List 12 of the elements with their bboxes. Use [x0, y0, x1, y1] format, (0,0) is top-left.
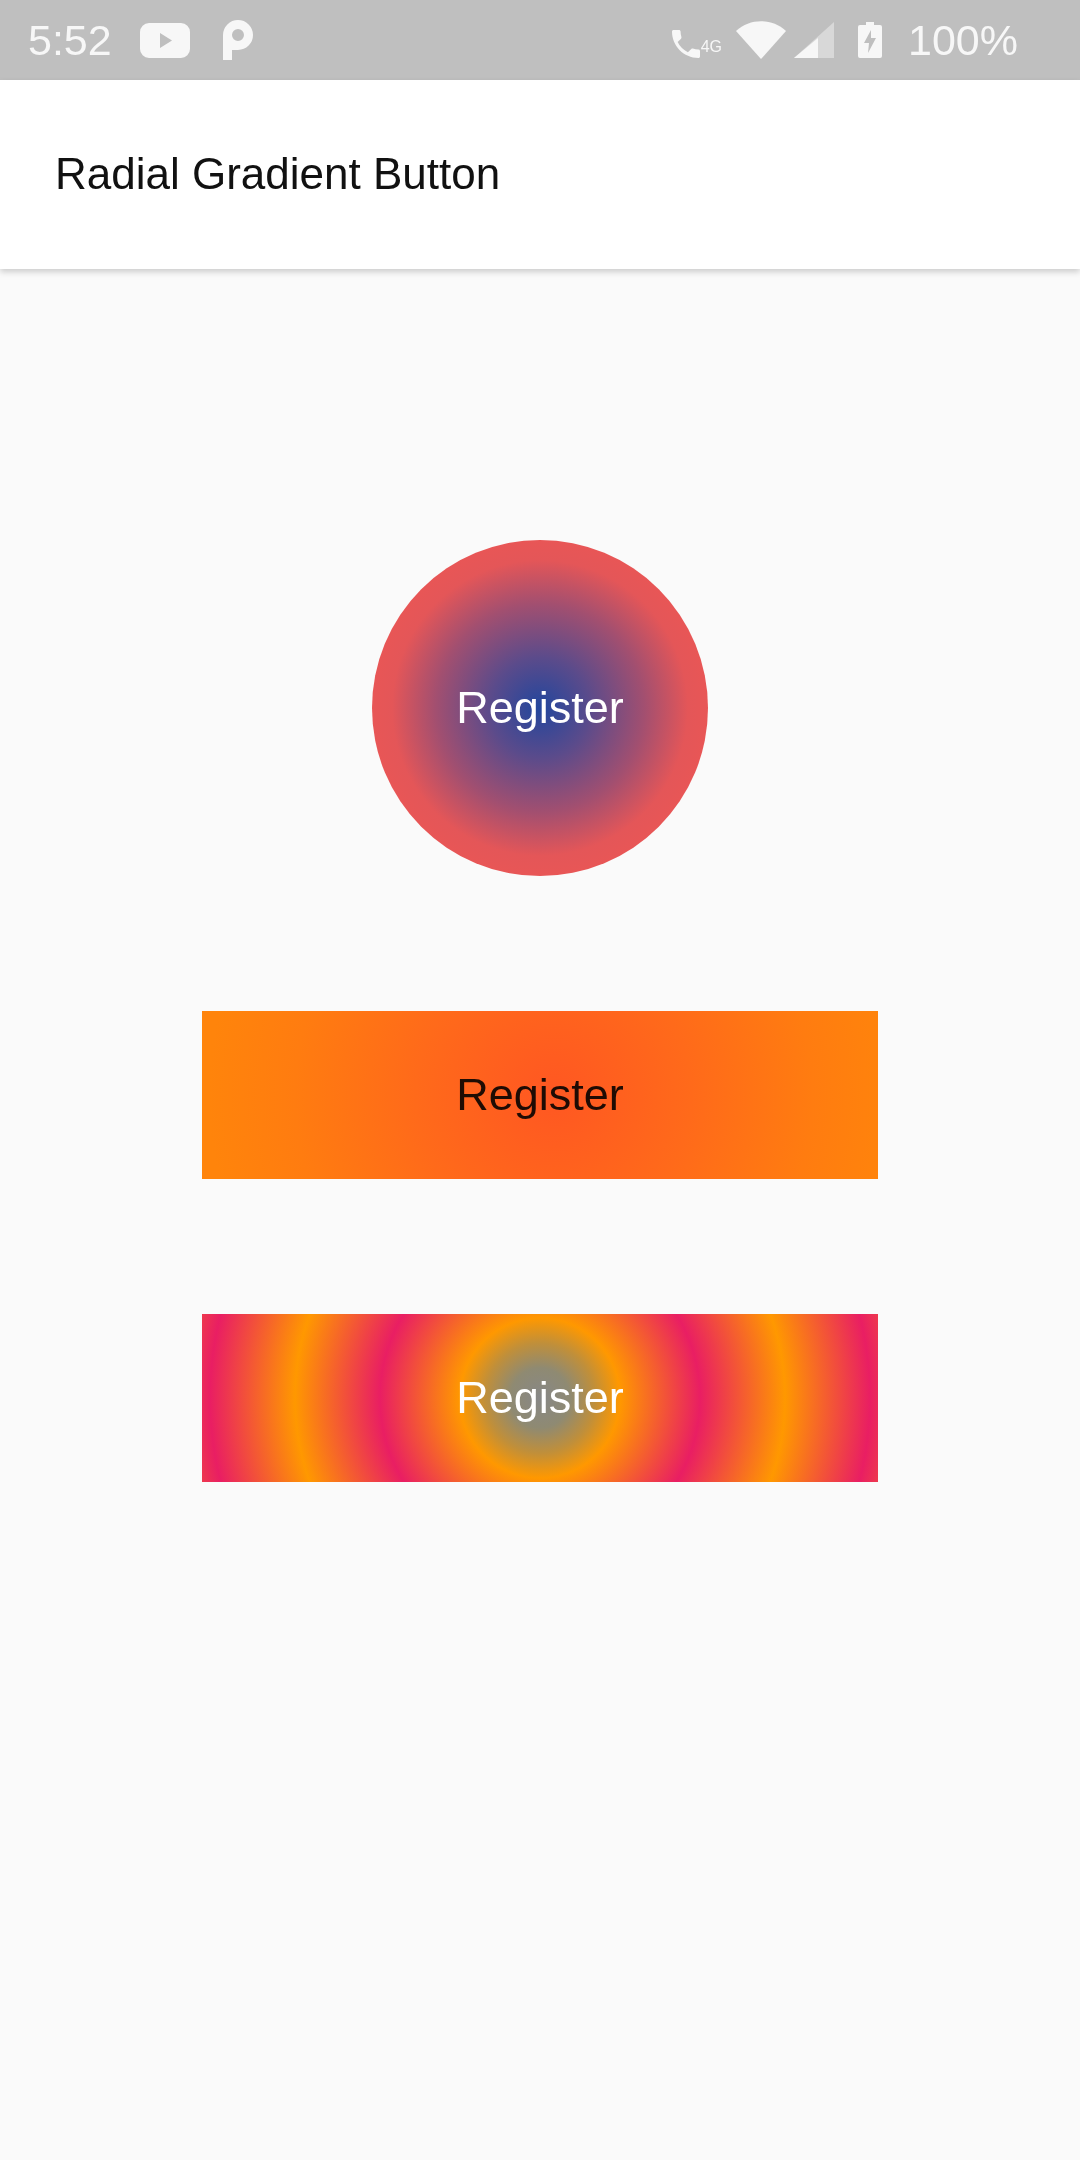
phone-icon — [671, 29, 700, 59]
play-icon — [139, 22, 190, 58]
register-button[interactable]: Register — [202, 1314, 878, 1482]
signal-icon — [794, 22, 834, 58]
battery-charging-icon — [858, 22, 882, 58]
wifi-icon — [736, 21, 786, 59]
battery-percentage: 100% — [908, 18, 1018, 62]
register-button[interactable]: Register — [202, 1011, 878, 1179]
app-bar-title: Radial Gradient Button — [55, 148, 501, 201]
clock-time: 5:52 — [28, 18, 112, 62]
register-button[interactable]: Register — [372, 540, 708, 876]
network-type: 4G — [700, 38, 722, 55]
